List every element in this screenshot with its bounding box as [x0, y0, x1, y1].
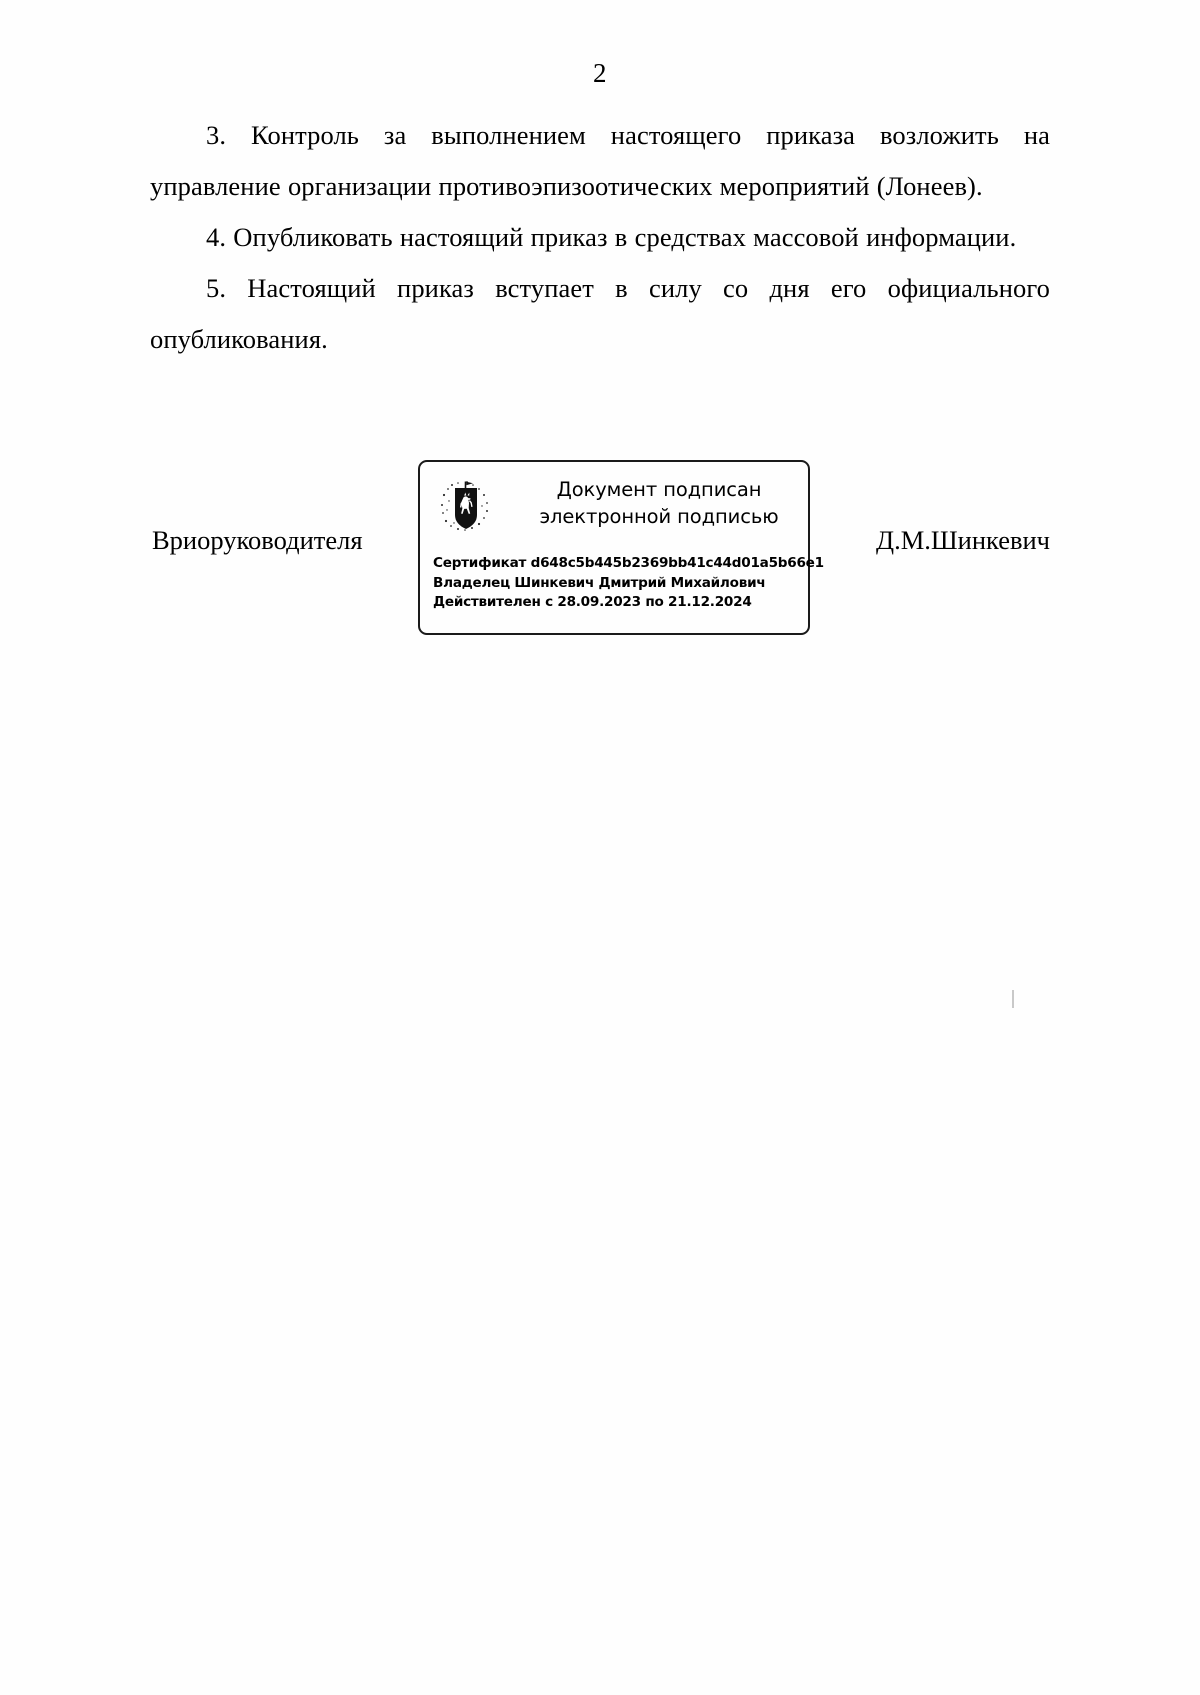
paragraph-3: 3. Контроль за выполнением настоящего пр… [150, 120, 1050, 201]
coat-of-arms-emblem [438, 479, 494, 535]
page-number: 2 [593, 58, 607, 88]
certificate-validity: Действителен с 28.09.2023 по 21.12.2024 [433, 594, 752, 610]
stamp-certificate-details: Сертификат d648c5b445b2369bb41c44d01a5b6… [433, 554, 824, 613]
electronic-signature-stamp: Документ подписан электронной подписью С… [418, 460, 824, 635]
signatory-name: Д.М.Шинкевич [876, 525, 1050, 555]
stamp-heading-line-2: электронной подписью [539, 505, 779, 528]
certificate-owner: Владелец Шинкевич Дмитрий Михайлович [433, 574, 766, 591]
stamp-header: Документ подписан электронной подписью [420, 462, 808, 550]
page-content: 2 3. Контроль за выполнением настоящего … [150, 0, 1050, 365]
signatory-title: Вриоруководителя [152, 525, 363, 555]
document-page: 2 3. Контроль за выполнением настоящего … [0, 0, 1200, 1695]
body-text-block: 3. Контроль за выполнением настоящего пр… [150, 110, 1050, 365]
stamp-heading-line-1: Документ подписан [556, 478, 762, 501]
paragraph-5: 5. Настоящий приказ вступает в силу со д… [150, 273, 1050, 354]
certificate-serial: Сертификат d648c5b445b2369bb41c44d01a5b6… [433, 555, 824, 571]
paragraph-4: 4. Опубликовать настоящий приказ в средс… [206, 222, 1017, 252]
stamp-heading: Документ подписан электронной подписью [516, 476, 802, 530]
scan-artifact [1012, 990, 1014, 1008]
signature-block: Вриоруководителя Документ подписан элект… [150, 455, 1050, 645]
